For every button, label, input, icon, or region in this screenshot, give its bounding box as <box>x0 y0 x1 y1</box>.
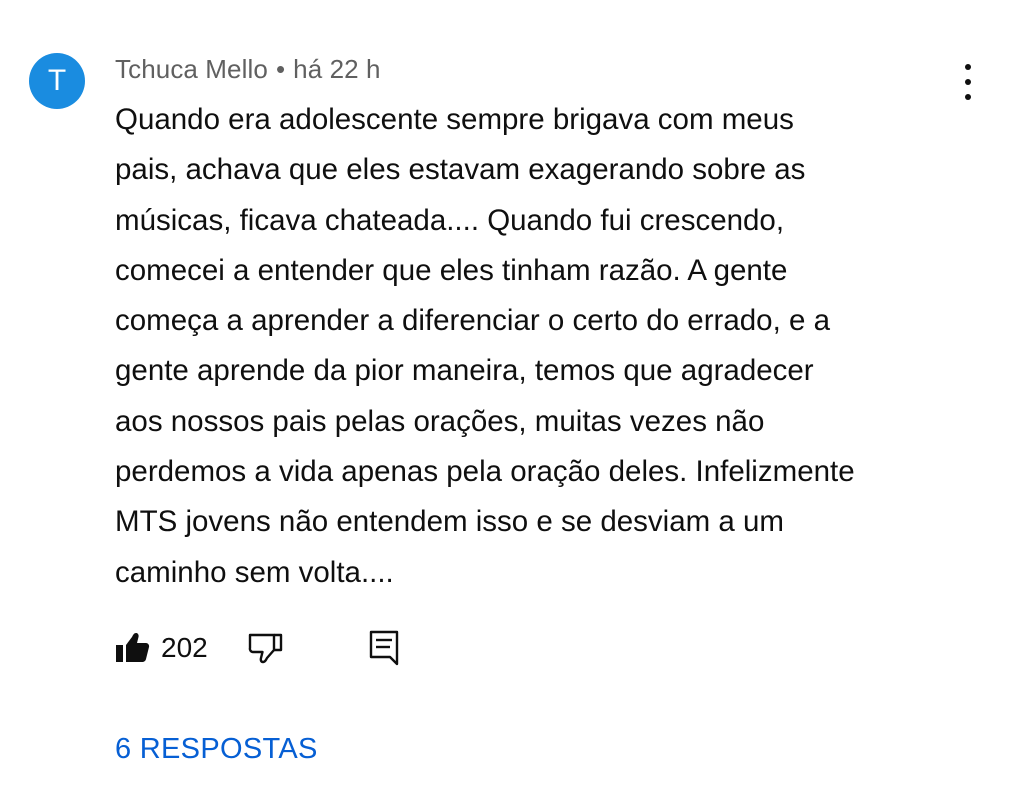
comment-header: Tchuca Mello • há 22 h <box>115 54 381 85</box>
comment-text-line: Quando era adolescente sempre brigava co… <box>115 103 794 136</box>
more-vertical-icon <box>965 64 971 70</box>
thumbs-down-icon <box>248 633 283 664</box>
thumbs-up-icon <box>116 633 150 662</box>
avatar-letter: T <box>47 64 67 97</box>
more-vertical-icon-dot <box>965 79 971 85</box>
avatar[interactable]: T <box>29 53 85 109</box>
author-name[interactable]: Tchuca Mello <box>115 54 268 84</box>
comment-reply-icon <box>369 630 399 666</box>
comment-text-line: pais, achava que eles estavam exagerando… <box>115 153 806 187</box>
view-replies-button[interactable]: 6 RESPOSTAS <box>115 733 318 766</box>
comment-text-line: caminho sem volta.... <box>115 555 394 589</box>
comment-text-line: aos nossos pais pelas orações, muitas ve… <box>115 404 765 438</box>
comment-text-line: gente aprende da pior maneira, temos que… <box>115 354 814 388</box>
comment-text: Quando era adolescente sempre brigava co… <box>115 95 975 598</box>
like-button[interactable] <box>112 628 152 668</box>
comment-timestamp[interactable]: há 22 h <box>293 54 380 84</box>
dislike-button[interactable] <box>245 628 285 668</box>
comment-text-line: comecei a entender que eles tinham razão… <box>115 253 788 287</box>
comment-text-line: MTS jovens não entendem isso e se desvia… <box>115 505 784 539</box>
like-count: 202 <box>161 632 208 663</box>
comment-text-line: perdemos a vida apenas pela oração deles… <box>115 455 855 489</box>
header-separator: • <box>275 54 286 84</box>
comment-text-line: começa a aprender a diferenciar o certo … <box>115 304 830 338</box>
reply-button[interactable] <box>366 627 402 667</box>
comment-text-line: músicas, ficava chateada.... Quando fui … <box>115 203 785 237</box>
